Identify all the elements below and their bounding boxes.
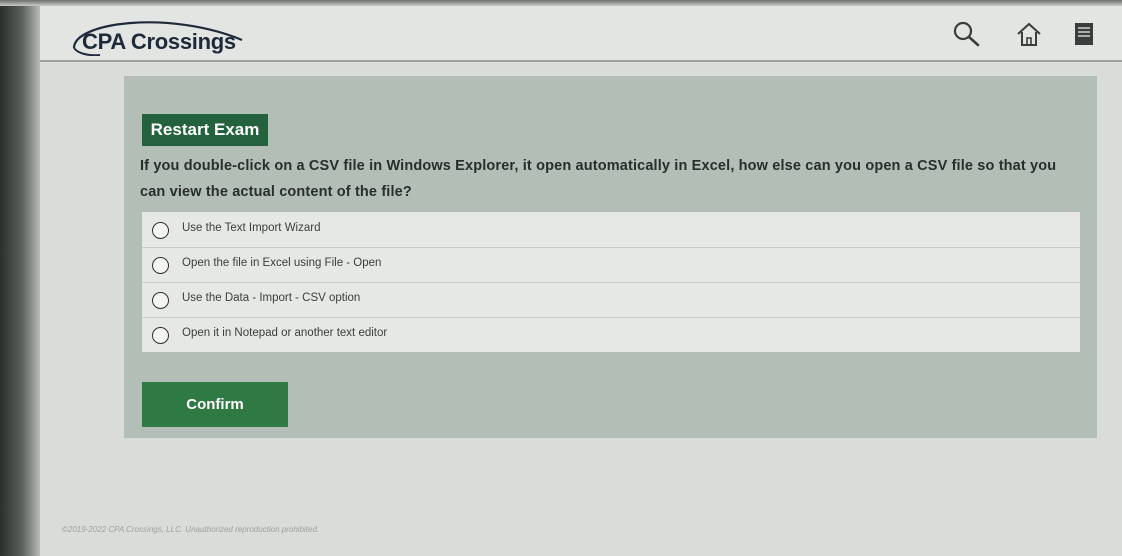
cpa-crossings-logo[interactable]: CPA Crossings <box>60 12 250 56</box>
question-text: If you double-click on a CSV file in Win… <box>140 158 1057 200</box>
radio-button[interactable] <box>152 257 169 274</box>
answer-option-label: Use the Data - Import - CSV option <box>182 292 361 304</box>
answer-option-label: Open it in Notepad or another text edito… <box>182 327 388 339</box>
answer-option-label: Use the Text Import Wizard <box>182 222 321 234</box>
copyright-footer: ©2019-2022 CPA Crossings, LLC. Unauthori… <box>62 525 320 534</box>
answer-option[interactable]: Open it in Notepad or another text edito… <box>142 317 1080 352</box>
answer-option[interactable]: Open the file in Excel using File - Open <box>142 247 1080 283</box>
radio-button[interactable] <box>152 292 169 309</box>
exam-panel: Restart Exam If you double-click on a CS… <box>124 76 1097 438</box>
answer-option[interactable]: Use the Data - Import - CSV option <box>142 282 1080 318</box>
radio-button[interactable] <box>152 222 169 239</box>
answer-option[interactable]: Use the Text Import Wizard <box>142 212 1080 248</box>
answer-options: Use the Text Import Wizard Open the file… <box>142 212 1080 352</box>
restart-exam-button[interactable]: Restart Exam <box>142 114 268 146</box>
app-header: CPA Crossings <box>40 6 1122 62</box>
notes-icon[interactable] <box>1070 20 1098 48</box>
answer-option-label: Open the file in Excel using File - Open <box>182 257 382 269</box>
search-icon[interactable] <box>952 20 980 48</box>
home-icon[interactable] <box>1015 20 1043 48</box>
confirm-button[interactable]: Confirm <box>142 382 288 427</box>
logo-text: CPA Crossings <box>82 29 236 54</box>
radio-button[interactable] <box>152 327 169 344</box>
screen-bezel-left <box>0 0 40 556</box>
